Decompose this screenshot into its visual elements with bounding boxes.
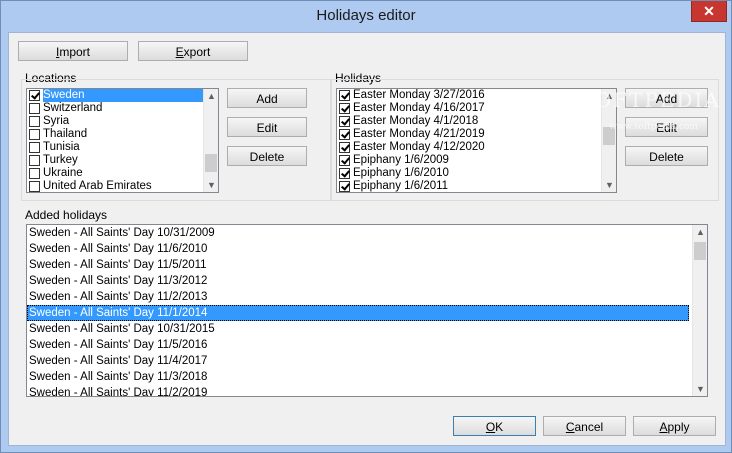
unchecked-checkbox-icon[interactable] bbox=[29, 116, 40, 127]
ok-button[interactable]: OK bbox=[453, 416, 536, 436]
holidays-item-label: Easter Monday 4/1/2018 bbox=[353, 115, 479, 127]
title-bar[interactable]: Holidays editor ✕ bbox=[1, 1, 731, 32]
checked-checkbox-icon[interactable] bbox=[29, 90, 40, 101]
added-holiday-row[interactable]: Sweden - All Saints' Day 11/3/2012 bbox=[27, 273, 689, 289]
unchecked-checkbox-icon[interactable] bbox=[29, 103, 40, 114]
locations-list-item[interactable]: Switzerland bbox=[27, 102, 218, 115]
holidays-item-label: Epiphany 1/6/2009 bbox=[353, 154, 449, 166]
holidays-item-label: Easter Monday 4/16/2017 bbox=[353, 102, 485, 114]
added-holidays-listbox[interactable]: Sweden - All Saints' Day 10/31/2009 Swede… bbox=[26, 224, 708, 397]
added-holidays-label: Added holidays bbox=[25, 208, 108, 222]
export-button[interactable]: Export bbox=[138, 41, 248, 61]
locations-item-label: Sweden bbox=[43, 89, 203, 102]
locations-delete-button[interactable]: Delete bbox=[227, 146, 307, 166]
import-button-label: Import bbox=[55, 45, 91, 59]
added-holiday-row[interactable]: Sweden - All Saints' Day 11/1/2014 bbox=[27, 305, 689, 321]
locations-scrollbar[interactable]: ▲ ▼ bbox=[203, 89, 218, 192]
holidays-listbox[interactable]: Easter Monday 3/27/2016 Easter Monday 4/1… bbox=[336, 88, 617, 193]
cancel-button-label: Cancel bbox=[565, 420, 604, 434]
locations-list-item[interactable]: United Arab Emirates bbox=[27, 180, 218, 192]
added-holiday-row[interactable]: Sweden - All Saints' Day 10/31/2009 bbox=[27, 225, 689, 241]
dialog-client-area: Import Export Locations Sweden Switzerlan… bbox=[8, 32, 726, 446]
scroll-up-icon[interactable]: ▲ bbox=[693, 225, 707, 239]
added-holiday-row[interactable]: Sweden - All Saints' Day 11/3/2018 bbox=[27, 369, 689, 385]
locations-list-item[interactable]: Sweden bbox=[27, 89, 218, 102]
added-holiday-row[interactable]: Sweden - All Saints' Day 11/4/2017 bbox=[27, 353, 689, 369]
checked-checkbox-icon[interactable] bbox=[339, 168, 350, 179]
checked-checkbox-icon[interactable] bbox=[339, 116, 350, 127]
ok-button-label: OK bbox=[485, 420, 504, 434]
locations-edit-button[interactable]: Edit bbox=[227, 117, 307, 137]
unchecked-checkbox-icon[interactable] bbox=[29, 142, 40, 153]
holidays-list-item[interactable]: Easter Monday 4/1/2018 bbox=[337, 115, 616, 128]
locations-add-button[interactable]: Add bbox=[227, 88, 307, 108]
checked-checkbox-icon[interactable] bbox=[339, 142, 350, 153]
scroll-thumb[interactable] bbox=[694, 242, 706, 260]
holidays-editor-window: Holidays editor ✕ Import Export Location… bbox=[0, 0, 732, 453]
locations-item-label: Ukraine bbox=[43, 167, 83, 179]
added-holiday-row[interactable]: Sweden - All Saints' Day 11/5/2016 bbox=[27, 337, 689, 353]
added-holiday-row[interactable]: Sweden - All Saints' Day 10/31/2015 bbox=[27, 321, 689, 337]
holidays-list-item[interactable]: Easter Monday 4/21/2019 bbox=[337, 128, 616, 141]
unchecked-checkbox-icon[interactable] bbox=[29, 181, 40, 192]
scroll-down-icon[interactable]: ▼ bbox=[204, 178, 218, 192]
locations-list-item[interactable]: Syria bbox=[27, 115, 218, 128]
close-button[interactable]: ✕ bbox=[691, 1, 727, 22]
holidays-list-item[interactable]: Epiphany 1/6/2011 bbox=[337, 180, 616, 192]
holidays-item-label: Easter Monday 3/27/2016 bbox=[353, 89, 485, 101]
holidays-delete-button[interactable]: Delete bbox=[625, 146, 708, 166]
import-button[interactable]: Import bbox=[18, 41, 128, 61]
export-button-label: Export bbox=[175, 45, 211, 59]
locations-item-label: United Arab Emirates bbox=[43, 180, 152, 192]
holidays-list-item[interactable]: Easter Monday 4/12/2020 bbox=[337, 141, 616, 154]
unchecked-checkbox-icon[interactable] bbox=[29, 129, 40, 140]
added-holiday-row[interactable]: Sweden - All Saints' Day 11/6/2010 bbox=[27, 241, 689, 257]
checked-checkbox-icon[interactable] bbox=[339, 181, 350, 192]
watermark-text: SOFTPEDIA bbox=[579, 88, 721, 112]
apply-button-label: Apply bbox=[659, 420, 690, 434]
locations-listbox[interactable]: Sweden Switzerland Syria Thailand Tunisia Tur… bbox=[26, 88, 219, 193]
watermark-subtext: www.softpedia.com bbox=[609, 122, 698, 132]
close-icon: ✕ bbox=[703, 3, 715, 19]
scroll-up-icon[interactable]: ▲ bbox=[204, 89, 218, 103]
locations-item-label: Tunisia bbox=[43, 141, 80, 153]
holidays-item-label: Easter Monday 4/12/2020 bbox=[353, 141, 485, 153]
locations-item-label: Switzerland bbox=[43, 102, 103, 114]
locations-list-item[interactable]: Ukraine bbox=[27, 167, 218, 180]
holidays-list-item[interactable]: Epiphany 1/6/2010 bbox=[337, 167, 616, 180]
cancel-button[interactable]: Cancel bbox=[543, 416, 626, 436]
locations-item-label: Syria bbox=[43, 115, 70, 127]
checked-checkbox-icon[interactable] bbox=[339, 90, 350, 101]
added-holiday-row[interactable]: Sweden - All Saints' Day 11/5/2011 bbox=[27, 257, 689, 273]
unchecked-checkbox-icon[interactable] bbox=[29, 155, 40, 166]
unchecked-checkbox-icon[interactable] bbox=[29, 168, 40, 179]
locations-list-item[interactable]: Turkey bbox=[27, 154, 218, 167]
holidays-list-item[interactable]: Easter Monday 4/16/2017 bbox=[337, 102, 616, 115]
window-title: Holidays editor bbox=[316, 7, 416, 24]
checked-checkbox-icon[interactable] bbox=[339, 103, 350, 114]
checked-checkbox-icon[interactable] bbox=[339, 129, 350, 140]
locations-item-label: Turkey bbox=[43, 154, 78, 166]
holidays-list-item[interactable]: Easter Monday 3/27/2016 bbox=[337, 89, 616, 102]
locations-item-label: Thailand bbox=[43, 128, 88, 140]
locations-list-item[interactable]: Tunisia bbox=[27, 141, 218, 154]
checked-checkbox-icon[interactable] bbox=[339, 155, 350, 166]
added-holiday-row[interactable]: Sweden - All Saints' Day 11/2/2013 bbox=[27, 289, 689, 305]
scroll-down-icon[interactable]: ▼ bbox=[693, 382, 707, 396]
holidays-item-label: Epiphany 1/6/2010 bbox=[353, 167, 449, 179]
added-holidays-scrollbar[interactable]: ▲ ▼ bbox=[692, 225, 707, 396]
holidays-item-label: Epiphany 1/6/2011 bbox=[353, 180, 449, 192]
locations-list-item[interactable]: Thailand bbox=[27, 128, 218, 141]
holidays-item-label: Easter Monday 4/21/2019 bbox=[353, 128, 485, 140]
holidays-list-item[interactable]: Epiphany 1/6/2009 bbox=[337, 154, 616, 167]
added-holiday-row[interactable]: Sweden - All Saints' Day 11/2/2019 bbox=[27, 385, 689, 396]
scroll-down-icon[interactable]: ▼ bbox=[602, 178, 616, 192]
apply-button[interactable]: Apply bbox=[633, 416, 716, 436]
scroll-thumb[interactable] bbox=[205, 154, 217, 172]
